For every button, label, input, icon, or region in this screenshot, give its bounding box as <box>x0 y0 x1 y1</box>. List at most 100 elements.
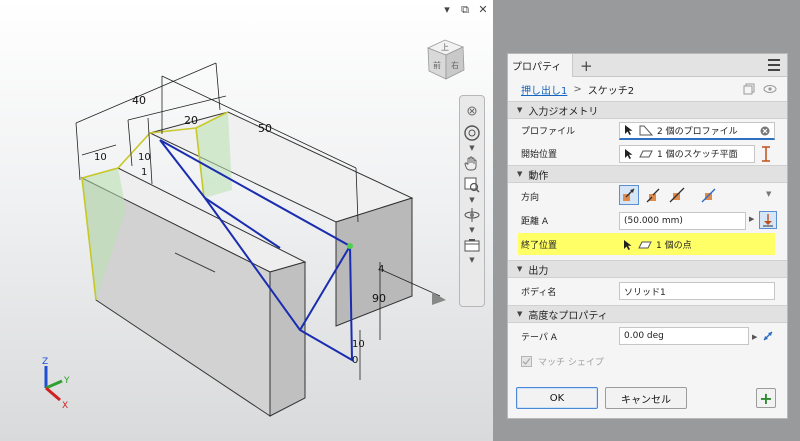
taper-value: 0.00 deg <box>624 331 664 341</box>
start-value: 1 個のスケッチ平面 <box>657 150 738 160</box>
distance-flyout-icon[interactable]: ▶ <box>749 215 754 223</box>
section-title: 動作 <box>528 170 549 182</box>
zoom-icon[interactable] <box>461 174 483 196</box>
copy-icon[interactable] <box>743 83 755 95</box>
select-cursor-icon <box>625 125 633 135</box>
close-navbar-icon[interactable] <box>461 100 483 122</box>
dim-50[interactable]: 50 <box>258 122 272 135</box>
dim-90[interactable]: 90 <box>372 292 386 305</box>
termination-selector[interactable]: 1 個の点 <box>623 238 692 251</box>
start-offset-icon[interactable] <box>760 146 772 162</box>
direction-label: 方向 <box>521 192 540 203</box>
breadcrumb-separator: > <box>573 83 582 95</box>
dim-0[interactable]: 0 <box>352 355 358 366</box>
dim-1[interactable]: 1 <box>141 167 147 178</box>
extrude-direction-arrow[interactable] <box>432 292 446 305</box>
chevron-down-icon[interactable]: ▼ <box>469 226 474 234</box>
steering-wheel-icon[interactable] <box>461 122 483 144</box>
termination-row: 終了位置 1 個の点 <box>508 232 787 257</box>
viewcube-front-label: 前 <box>433 60 441 70</box>
clear-selection-icon[interactable] <box>760 126 770 136</box>
z-axis-label: Z <box>42 357 48 367</box>
restore-button[interactable]: ⧉ <box>459 3 471 17</box>
orbit-icon[interactable] <box>461 204 483 226</box>
profile-selector[interactable]: 2 個のプロファイル <box>619 121 775 140</box>
start-label: 開始位置 <box>521 150 558 160</box>
profile-value: 2 個のプロファイル <box>657 126 738 137</box>
panel-tab-bar: プロパティ + <box>508 54 787 77</box>
taper-flyout-icon[interactable]: ▶ <box>752 333 757 341</box>
distance-input[interactable]: (50.000 mm) <box>619 211 746 230</box>
collapse-triangle-icon[interactable]: ▼ <box>517 170 522 178</box>
start-row: 開始位置 1 個のスケッチ平面 <box>508 142 787 165</box>
termination-value: 1 個の点 <box>656 241 692 251</box>
body-name-value: ソリッド1 <box>624 287 666 298</box>
chevron-down-icon[interactable]: ▼ <box>469 196 474 204</box>
end-point[interactable] <box>347 243 353 249</box>
section-title: 入力ジオメトリ <box>528 106 599 118</box>
chevron-down-icon[interactable]: ▼ <box>469 144 474 152</box>
add-tab-button[interactable]: + <box>580 57 593 75</box>
dim-4[interactable]: 4 <box>378 264 384 275</box>
breadcrumb-icons <box>743 83 777 95</box>
x-axis <box>45 386 61 402</box>
taper-label: テーパ A <box>521 333 557 343</box>
front-block-side-face <box>269 261 306 417</box>
match-shape-checkbox[interactable] <box>521 355 532 367</box>
y-axis-label: Y <box>63 376 70 386</box>
sketch-plane-icon <box>639 150 653 157</box>
collapse-triangle-icon[interactable]: ▼ <box>517 106 522 114</box>
ok-button[interactable]: OK <box>516 387 598 409</box>
collapse-triangle-icon[interactable]: ▼ <box>517 265 522 273</box>
breadcrumb: 押し出し1 > スケッチ2 <box>508 77 787 101</box>
tab-properties[interactable]: プロパティ <box>508 54 573 77</box>
dim-10-left[interactable]: 10 <box>94 152 107 163</box>
flip-taper-icon[interactable] <box>761 329 775 343</box>
direction-expand-icon[interactable]: ▼ <box>766 190 771 198</box>
x-axis-label: X <box>62 401 68 411</box>
direction-asymmetric-button[interactable] <box>699 185 719 205</box>
match-shape-label: マッチ シェイプ <box>538 357 604 368</box>
properties-panel: プロパティ + 押し出し1 > スケッチ2 ▼ 入力ジオメトリ プロファイル 2… <box>507 53 788 419</box>
y-axis <box>45 379 63 390</box>
section-input-geometry[interactable]: ▼ 入力ジオメトリ <box>508 101 787 119</box>
viewcube-right-label: 右 <box>451 60 459 70</box>
distance-row: 距離 A (50.000 mm) ▶ <box>508 209 787 232</box>
profile-label: プロファイル <box>521 127 576 137</box>
dim-20[interactable]: 20 <box>184 114 198 127</box>
direction-symmetric-button[interactable] <box>667 185 687 205</box>
section-output[interactable]: ▼ 出力 <box>508 260 787 278</box>
distance-measure-button[interactable] <box>759 211 777 229</box>
section-advanced-properties[interactable]: ▼ 高度なプロパティ <box>508 305 787 323</box>
section-title: 出力 <box>528 265 549 277</box>
pan-hand-icon[interactable] <box>461 152 483 174</box>
close-button[interactable]: ✕ <box>477 3 489 17</box>
match-shape-row: マッチ シェイプ <box>508 350 787 372</box>
coordinate-triad: Z Y X <box>42 357 70 411</box>
menu-icon[interactable] <box>768 59 780 74</box>
dim-40[interactable]: 40 <box>132 94 146 107</box>
dim-10-bottom[interactable]: 10 <box>352 339 365 350</box>
collapse-triangle-icon[interactable]: ▼ <box>517 310 522 318</box>
taper-input[interactable]: 0.00 deg <box>619 327 749 345</box>
visibility-eye-icon[interactable] <box>763 83 777 95</box>
viewcube[interactable]: 上 前 右 <box>423 35 473 88</box>
look-at-icon[interactable] <box>461 234 483 256</box>
direction-default-button[interactable] <box>619 185 639 205</box>
section-behavior[interactable]: ▼ 動作 <box>508 165 787 183</box>
minimize-button[interactable]: ▾ <box>441 3 453 17</box>
termination-label: 終了位置 <box>521 241 558 251</box>
graphics-viewport[interactable]: 40 20 50 10 10 1 4 90 10 0 ▾ ⧉ ✕ 上 前 右 ▼… <box>0 0 493 441</box>
start-selector[interactable]: 1 個のスケッチ平面 <box>619 144 755 163</box>
apply-add-button[interactable]: + <box>756 388 776 408</box>
dim-10-mid[interactable]: 10 <box>138 152 151 163</box>
chevron-down-icon[interactable]: ▼ <box>469 256 474 264</box>
cancel-button[interactable]: キャンセル <box>605 387 687 409</box>
body-name-input[interactable]: ソリッド1 <box>619 282 775 300</box>
navigation-bar: ▼ ▼ ▼ ▼ <box>459 95 485 307</box>
body-name-label: ボディ名 <box>521 288 557 298</box>
body-name-row: ボディ名 ソリッド1 <box>508 278 787 305</box>
breadcrumb-feature-link[interactable]: 押し出し1 <box>521 82 567 97</box>
distance-value: (50.000 mm) <box>624 215 683 226</box>
direction-flipped-button[interactable] <box>643 185 663 205</box>
